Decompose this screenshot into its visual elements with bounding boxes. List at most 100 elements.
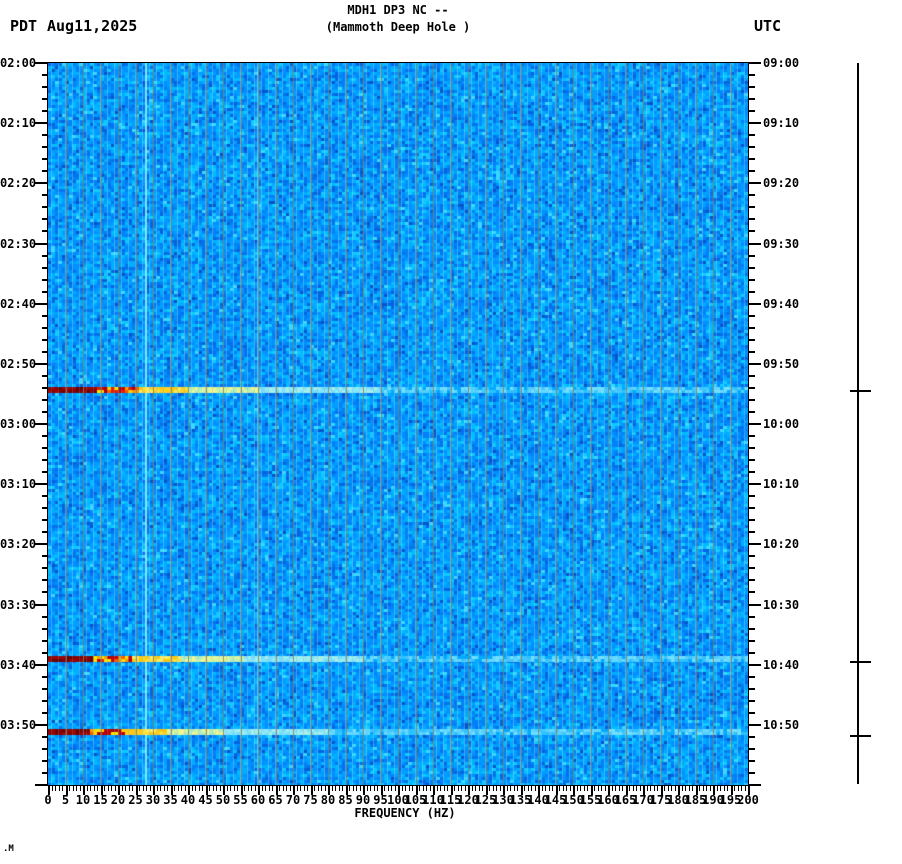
time-major-tick xyxy=(749,303,761,305)
freq-minor-tick xyxy=(682,786,683,791)
freq-tick-label: 200 xyxy=(737,793,759,807)
time-minor-tick xyxy=(749,748,755,750)
time-label-left: 03:00 xyxy=(0,417,37,431)
time-minor-tick xyxy=(42,495,48,497)
time-label-right: 10:50 xyxy=(763,718,800,732)
freq-minor-tick xyxy=(356,786,357,791)
freq-minor-tick xyxy=(59,786,60,791)
freq-minor-tick xyxy=(244,786,245,791)
freq-tick-label: 0 xyxy=(44,793,52,807)
watermark-glyph: .M xyxy=(3,844,14,854)
freq-minor-tick xyxy=(129,786,130,791)
time-major-tick xyxy=(35,122,48,124)
freq-minor-tick xyxy=(300,786,301,791)
time-minor-tick xyxy=(42,471,48,473)
freq-minor-tick xyxy=(279,786,280,791)
freq-minor-tick xyxy=(657,786,658,791)
time-minor-tick xyxy=(42,555,48,557)
freq-minor-tick xyxy=(227,786,228,791)
time-minor-tick xyxy=(42,399,48,401)
freq-minor-tick xyxy=(542,786,543,791)
time-major-tick xyxy=(749,543,761,545)
time-label-right: 09:40 xyxy=(763,297,800,311)
time-minor-tick xyxy=(749,387,755,389)
time-major-tick xyxy=(749,784,761,786)
freq-minor-tick xyxy=(150,786,151,791)
freq-minor-tick xyxy=(367,786,368,791)
time-label-left: 02:40 xyxy=(0,297,37,311)
time-minor-tick xyxy=(42,507,48,509)
time-minor-tick xyxy=(42,760,48,762)
time-major-tick xyxy=(749,182,761,184)
time-minor-tick xyxy=(749,375,755,377)
time-minor-tick xyxy=(42,110,48,112)
time-minor-tick xyxy=(42,676,48,678)
freq-tick-label: 80 xyxy=(320,793,336,807)
time-major-tick xyxy=(35,724,48,726)
freq-tick-label: 70 xyxy=(285,793,301,807)
freq-minor-tick xyxy=(290,786,291,791)
freq-minor-tick xyxy=(692,786,693,791)
freq-minor-tick xyxy=(577,786,578,791)
time-minor-tick xyxy=(749,531,755,533)
time-minor-tick xyxy=(42,652,48,654)
freq-minor-tick xyxy=(475,786,476,791)
freq-tick-label: 25 xyxy=(128,793,143,807)
freq-minor-tick xyxy=(321,786,322,791)
freq-minor-tick xyxy=(580,786,581,791)
time-minor-tick xyxy=(749,206,755,208)
freq-tick-label: 65 xyxy=(268,793,283,807)
freq-minor-tick xyxy=(335,786,336,791)
freq-minor-tick xyxy=(622,786,623,791)
freq-minor-tick xyxy=(146,786,147,791)
freq-minor-tick xyxy=(164,786,165,791)
freq-minor-tick xyxy=(52,786,53,791)
freq-minor-tick xyxy=(605,786,606,791)
freq-minor-tick xyxy=(388,786,389,791)
time-minor-tick xyxy=(42,459,48,461)
time-minor-tick xyxy=(749,471,755,473)
freq-minor-tick xyxy=(496,786,497,791)
freq-minor-tick xyxy=(402,786,403,791)
time-minor-tick xyxy=(42,218,48,220)
time-minor-tick xyxy=(42,134,48,136)
freq-minor-tick xyxy=(745,786,746,791)
time-minor-tick xyxy=(749,134,755,136)
time-minor-tick xyxy=(42,315,48,317)
time-minor-tick xyxy=(42,387,48,389)
time-minor-tick xyxy=(749,255,755,257)
freq-tick-label: 35 xyxy=(163,793,178,807)
page-title: MDH1 DP3 NC -- xyxy=(347,3,449,17)
freq-minor-tick xyxy=(349,786,350,791)
freq-minor-tick xyxy=(482,786,483,791)
freq-minor-tick xyxy=(97,786,98,791)
time-minor-tick xyxy=(42,206,48,208)
time-minor-tick xyxy=(42,327,48,329)
time-minor-tick xyxy=(749,170,755,172)
freq-minor-tick xyxy=(664,786,665,791)
time-label-right: 10:30 xyxy=(763,598,800,612)
freq-tick-label: 20 xyxy=(110,793,126,807)
freq-minor-tick xyxy=(654,786,655,791)
freq-minor-tick xyxy=(76,786,77,791)
time-major-tick xyxy=(749,664,761,666)
freq-minor-tick xyxy=(230,786,231,791)
time-minor-tick xyxy=(749,110,755,112)
freq-minor-tick xyxy=(430,786,431,791)
time-minor-tick xyxy=(42,351,48,353)
event-marker-bar xyxy=(857,63,859,784)
freq-minor-tick xyxy=(132,786,133,791)
time-major-tick xyxy=(749,423,761,425)
time-major-tick xyxy=(35,243,48,245)
freq-minor-tick xyxy=(437,786,438,791)
time-minor-tick xyxy=(42,98,48,100)
time-minor-tick xyxy=(749,411,755,413)
freq-minor-tick xyxy=(332,786,333,791)
freq-minor-tick xyxy=(517,786,518,791)
freq-minor-tick xyxy=(325,786,326,791)
freq-minor-tick xyxy=(108,786,109,791)
freq-minor-tick xyxy=(587,786,588,791)
time-major-tick xyxy=(749,724,761,726)
time-minor-tick xyxy=(749,86,755,88)
freq-minor-tick xyxy=(601,786,602,791)
